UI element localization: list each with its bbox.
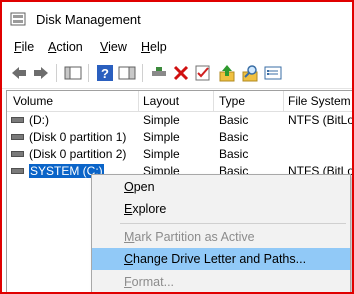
- volume-type: Basic: [219, 113, 249, 127]
- volume-name: (D:): [29, 113, 49, 127]
- context-menu-open[interactable]: Open: [92, 176, 350, 198]
- accel-key: C: [124, 252, 134, 266]
- forward-arrow-icon[interactable]: [32, 64, 50, 82]
- column-divider[interactable]: [213, 91, 214, 111]
- properties-icon[interactable]: [194, 64, 212, 82]
- label-rest: xplore: [132, 202, 167, 216]
- column-header-layout[interactable]: Layout: [143, 94, 179, 108]
- title-bar[interactable]: Disk Management: [2, 2, 352, 36]
- context-menu-format: Format...: [92, 271, 350, 292]
- volume-type: Basic: [219, 130, 249, 144]
- help-icon[interactable]: ?: [96, 64, 114, 82]
- menu-view[interactable]: View: [100, 40, 127, 54]
- toolbar-separator: [142, 64, 143, 82]
- table-row[interactable]: (Disk 0 partition 1) Simple Basic: [7, 129, 352, 146]
- volume-name: (Disk 0 partition 2): [29, 147, 127, 161]
- settings-icon[interactable]: [264, 64, 282, 82]
- volume-layout: Simple: [143, 147, 180, 161]
- label-rest: pen: [133, 180, 155, 194]
- context-menu-explore[interactable]: Explore: [92, 198, 350, 220]
- window-title: Disk Management: [36, 12, 141, 27]
- menu-file-accel: F: [14, 40, 22, 54]
- volume-layout: Simple: [143, 130, 180, 144]
- back-arrow-icon[interactable]: [10, 64, 28, 82]
- menu-help-label: elp: [150, 40, 167, 54]
- context-menu-label: Open: [124, 180, 155, 194]
- menu-help-accel: H: [141, 40, 151, 54]
- menu-action[interactable]: Action: [48, 40, 83, 54]
- disk-management-window: Disk Management File Action View Help ?: [0, 0, 354, 294]
- menu-view-accel: V: [100, 40, 109, 54]
- context-menu-label: Mark Partition as Active: [124, 230, 255, 244]
- disk-management-app-icon: [10, 12, 26, 26]
- volume-layout: Simple: [143, 113, 180, 127]
- table-row[interactable]: (Disk 0 partition 2) Simple Basic: [7, 146, 352, 163]
- up-icon[interactable]: [218, 64, 236, 82]
- context-menu-change-drive-letter[interactable]: Change Drive Letter and Paths...: [92, 248, 350, 270]
- toolbar-separator: [56, 64, 57, 82]
- action-pane-icon[interactable]: [118, 64, 136, 82]
- menu-file-label: ile: [21, 40, 35, 54]
- column-divider[interactable]: [283, 91, 284, 111]
- menu-action-label: ction: [56, 40, 83, 54]
- toolbar-separator: [88, 64, 89, 82]
- menu-view-label: iew: [108, 40, 127, 54]
- volume-name: (Disk 0 partition 1): [29, 130, 127, 144]
- table-row[interactable]: (D:) Simple Basic NTFS (BitLo...: [7, 112, 354, 129]
- label-rest: ark Partition as Active: [134, 230, 255, 244]
- context-menu-label: Explore: [124, 202, 166, 216]
- menu-file[interactable]: File: [14, 40, 34, 54]
- volume-drive-icon: [11, 117, 24, 123]
- column-header-type[interactable]: Type: [219, 94, 245, 108]
- console-tree-icon[interactable]: [64, 64, 82, 82]
- volume-file-system: NTFS (BitLo...: [288, 113, 354, 127]
- label-rest: hange Drive Letter and Paths...: [133, 252, 307, 266]
- menu-help[interactable]: Help: [141, 40, 167, 54]
- volume-type: Basic: [219, 147, 249, 161]
- search-icon[interactable]: [242, 64, 260, 82]
- accel-key: O: [124, 180, 134, 194]
- column-header-file-system[interactable]: File System: [288, 94, 351, 108]
- context-menu-label: Format...: [124, 275, 174, 289]
- connect-icon[interactable]: [150, 64, 168, 82]
- column-divider[interactable]: [138, 91, 139, 111]
- accel-key: M: [124, 230, 135, 244]
- label-rest: ormat...: [131, 275, 175, 289]
- context-menu-label: Change Drive Letter and Paths...: [124, 252, 306, 266]
- volume-drive-icon: [11, 151, 24, 157]
- accel-key: F: [124, 275, 132, 289]
- delete-icon[interactable]: [172, 64, 190, 82]
- context-menu-separator: [120, 223, 346, 224]
- column-header-row: Volume Layout Type File System: [7, 91, 352, 112]
- toolbar: ?: [2, 58, 352, 89]
- context-menu-mark-partition-active: Mark Partition as Active: [92, 226, 350, 248]
- column-header-volume[interactable]: Volume: [13, 94, 53, 108]
- svg-text:?: ?: [101, 66, 109, 81]
- volume-drive-icon: [11, 134, 24, 140]
- context-menu: Open Explore Mark Partition as Active Ch…: [91, 174, 351, 292]
- menu-bar: File Action View Help: [2, 36, 352, 58]
- volume-drive-icon: [11, 168, 24, 174]
